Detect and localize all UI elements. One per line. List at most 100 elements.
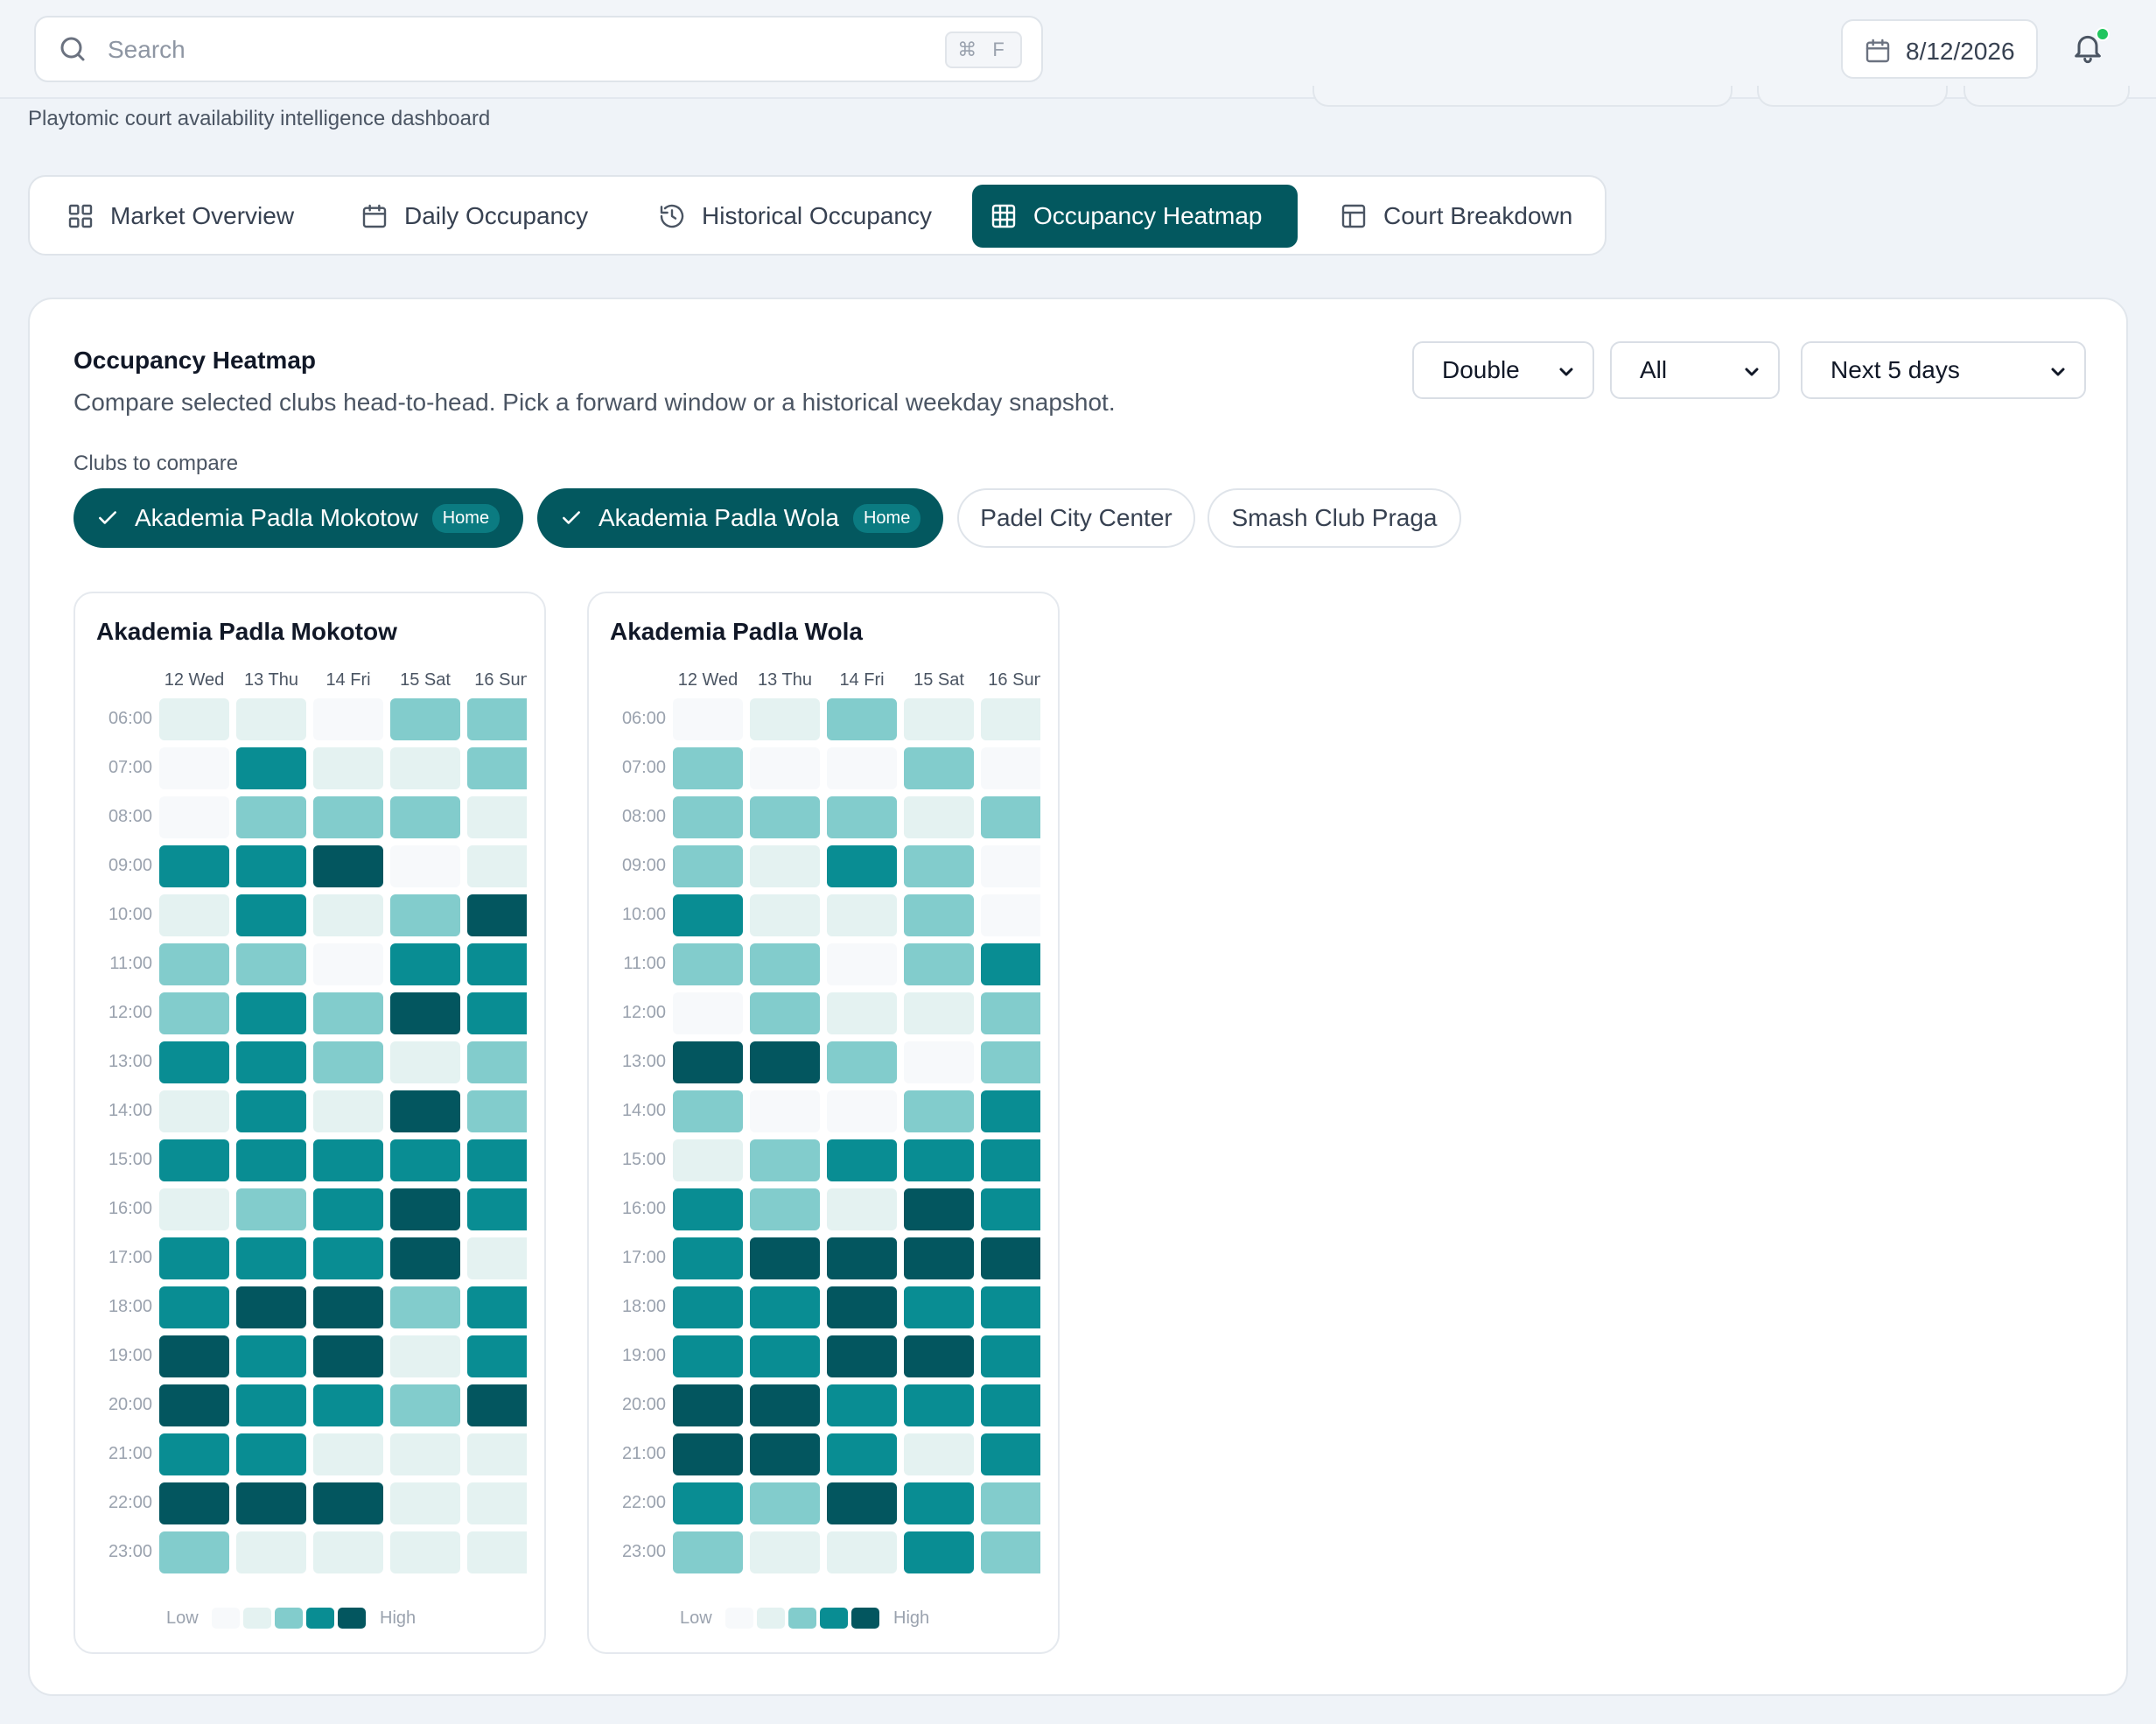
heatmap-cell[interactable] bbox=[904, 845, 974, 887]
heatmap-cell[interactable] bbox=[467, 992, 527, 1034]
heatmap-cell[interactable] bbox=[904, 992, 974, 1034]
tab-historical-occupancy[interactable]: Historical Occupancy bbox=[640, 185, 947, 248]
heatmap-cell[interactable] bbox=[159, 1433, 229, 1475]
time-window-select[interactable]: Next 5 days bbox=[1801, 341, 2086, 399]
heatmap-cell[interactable] bbox=[750, 1384, 820, 1426]
club-chip-akademia-padla-mokotow[interactable]: Akademia Padla Mokotow Home bbox=[74, 488, 523, 548]
heatmap-cell[interactable] bbox=[750, 1237, 820, 1279]
heatmap-cell[interactable] bbox=[390, 796, 460, 838]
tab-market-overview[interactable]: Market Overview bbox=[49, 185, 312, 248]
heatmap-cell[interactable] bbox=[313, 845, 383, 887]
game-type-select[interactable]: Double bbox=[1412, 341, 1594, 399]
heatmap-cell[interactable] bbox=[313, 1286, 383, 1328]
heatmap-cell[interactable] bbox=[313, 894, 383, 936]
heatmap-cell[interactable] bbox=[467, 747, 527, 789]
heatmap-cell[interactable] bbox=[750, 894, 820, 936]
heatmap-cell[interactable] bbox=[827, 1531, 897, 1573]
heatmap-cell[interactable] bbox=[159, 747, 229, 789]
heatmap-cell[interactable] bbox=[236, 1384, 306, 1426]
heatmap-cell[interactable] bbox=[236, 1286, 306, 1328]
heatmap-cell[interactable] bbox=[390, 845, 460, 887]
heatmap-cell[interactable] bbox=[236, 1531, 306, 1573]
heatmap-cell[interactable] bbox=[467, 1237, 527, 1279]
heatmap-cell[interactable] bbox=[673, 1286, 743, 1328]
heatmap-cell[interactable] bbox=[159, 1286, 229, 1328]
heatmap-cell[interactable] bbox=[159, 894, 229, 936]
heatmap-cell[interactable] bbox=[673, 1188, 743, 1230]
heatmap-cell[interactable] bbox=[750, 1139, 820, 1181]
heatmap-cell[interactable] bbox=[313, 1482, 383, 1524]
heatmap-cell[interactable] bbox=[313, 1188, 383, 1230]
heatmap-cell[interactable] bbox=[313, 1237, 383, 1279]
heatmap-cell[interactable] bbox=[467, 943, 527, 985]
heatmap-cell[interactable] bbox=[390, 1286, 460, 1328]
heatmap-cell[interactable] bbox=[750, 1335, 820, 1377]
heatmap-cell[interactable] bbox=[827, 943, 897, 985]
heatmap-cell[interactable] bbox=[827, 1433, 897, 1475]
heatmap-cell[interactable] bbox=[159, 1531, 229, 1573]
heatmap-cell[interactable] bbox=[390, 1139, 460, 1181]
heatmap-cell[interactable] bbox=[981, 1237, 1040, 1279]
tab-occupancy-heatmap[interactable]: Occupancy Heatmap bbox=[972, 185, 1298, 248]
heatmap-cell[interactable] bbox=[750, 1090, 820, 1132]
heatmap-cell[interactable] bbox=[236, 894, 306, 936]
heatmap-cell[interactable] bbox=[981, 1090, 1040, 1132]
heatmap-cell[interactable] bbox=[159, 1090, 229, 1132]
heatmap-cell[interactable] bbox=[236, 1433, 306, 1475]
heatmap-cell[interactable] bbox=[159, 796, 229, 838]
heatmap-cell[interactable] bbox=[673, 943, 743, 985]
heatmap-cell[interactable] bbox=[159, 1482, 229, 1524]
club-chip-smash-club-praga[interactable]: Smash Club Praga bbox=[1208, 488, 1461, 548]
heatmap-cell[interactable] bbox=[981, 992, 1040, 1034]
heatmap-cell[interactable] bbox=[750, 1286, 820, 1328]
heatmap-cell[interactable] bbox=[750, 1188, 820, 1230]
heatmap-cell[interactable] bbox=[904, 1335, 974, 1377]
heatmap-cell[interactable] bbox=[827, 1482, 897, 1524]
heatmap-cell[interactable] bbox=[904, 698, 974, 740]
heatmap-cell[interactable] bbox=[673, 698, 743, 740]
heatmap-cell[interactable] bbox=[390, 698, 460, 740]
heatmap-cell[interactable] bbox=[981, 1188, 1040, 1230]
heatmap-cell[interactable] bbox=[159, 1335, 229, 1377]
heatmap-cell[interactable] bbox=[981, 747, 1040, 789]
heatmap-cell[interactable] bbox=[467, 1335, 527, 1377]
heatmap-cell[interactable] bbox=[750, 747, 820, 789]
heatmap-cell[interactable] bbox=[827, 796, 897, 838]
heatmap-cell[interactable] bbox=[313, 943, 383, 985]
heatmap-cell[interactable] bbox=[750, 1041, 820, 1083]
heatmap-cell[interactable] bbox=[467, 796, 527, 838]
heatmap-cell[interactable] bbox=[467, 1090, 527, 1132]
heatmap-cell[interactable] bbox=[390, 992, 460, 1034]
heatmap-cell[interactable] bbox=[159, 992, 229, 1034]
heatmap-cell[interactable] bbox=[467, 1041, 527, 1083]
heatmap-cell[interactable] bbox=[467, 1139, 527, 1181]
heatmap-cell[interactable] bbox=[673, 1482, 743, 1524]
heatmap-cell[interactable] bbox=[390, 894, 460, 936]
heatmap-cell[interactable] bbox=[673, 1531, 743, 1573]
heatmap-cell[interactable] bbox=[467, 698, 527, 740]
heatmap-cell[interactable] bbox=[313, 1384, 383, 1426]
heatmap-cell[interactable] bbox=[981, 1041, 1040, 1083]
heatmap-cell[interactable] bbox=[159, 1384, 229, 1426]
heatmap-cell[interactable] bbox=[390, 1090, 460, 1132]
heatmap-cell[interactable] bbox=[981, 943, 1040, 985]
heatmap-cell[interactable] bbox=[827, 1090, 897, 1132]
heatmap-cell[interactable] bbox=[827, 1041, 897, 1083]
heatmap-cell[interactable] bbox=[673, 1139, 743, 1181]
heatmap-cell[interactable] bbox=[904, 747, 974, 789]
heatmap-cell[interactable] bbox=[159, 1041, 229, 1083]
heatmap-cell[interactable] bbox=[313, 1139, 383, 1181]
heatmap-cell[interactable] bbox=[313, 1531, 383, 1573]
heatmap-cell[interactable] bbox=[236, 943, 306, 985]
heatmap-cell[interactable] bbox=[750, 845, 820, 887]
heatmap-cell[interactable] bbox=[236, 796, 306, 838]
heatmap-cell[interactable] bbox=[827, 1286, 897, 1328]
heatmap-cell[interactable] bbox=[673, 747, 743, 789]
heatmap-cell[interactable] bbox=[390, 943, 460, 985]
heatmap-cell[interactable] bbox=[467, 1531, 527, 1573]
heatmap-cell[interactable] bbox=[750, 698, 820, 740]
heatmap-cell[interactable] bbox=[236, 1041, 306, 1083]
court-filter-select[interactable]: All bbox=[1610, 341, 1780, 399]
heatmap-cell[interactable] bbox=[981, 894, 1040, 936]
date-picker-button[interactable]: 8/12/2026 bbox=[1841, 19, 2038, 79]
